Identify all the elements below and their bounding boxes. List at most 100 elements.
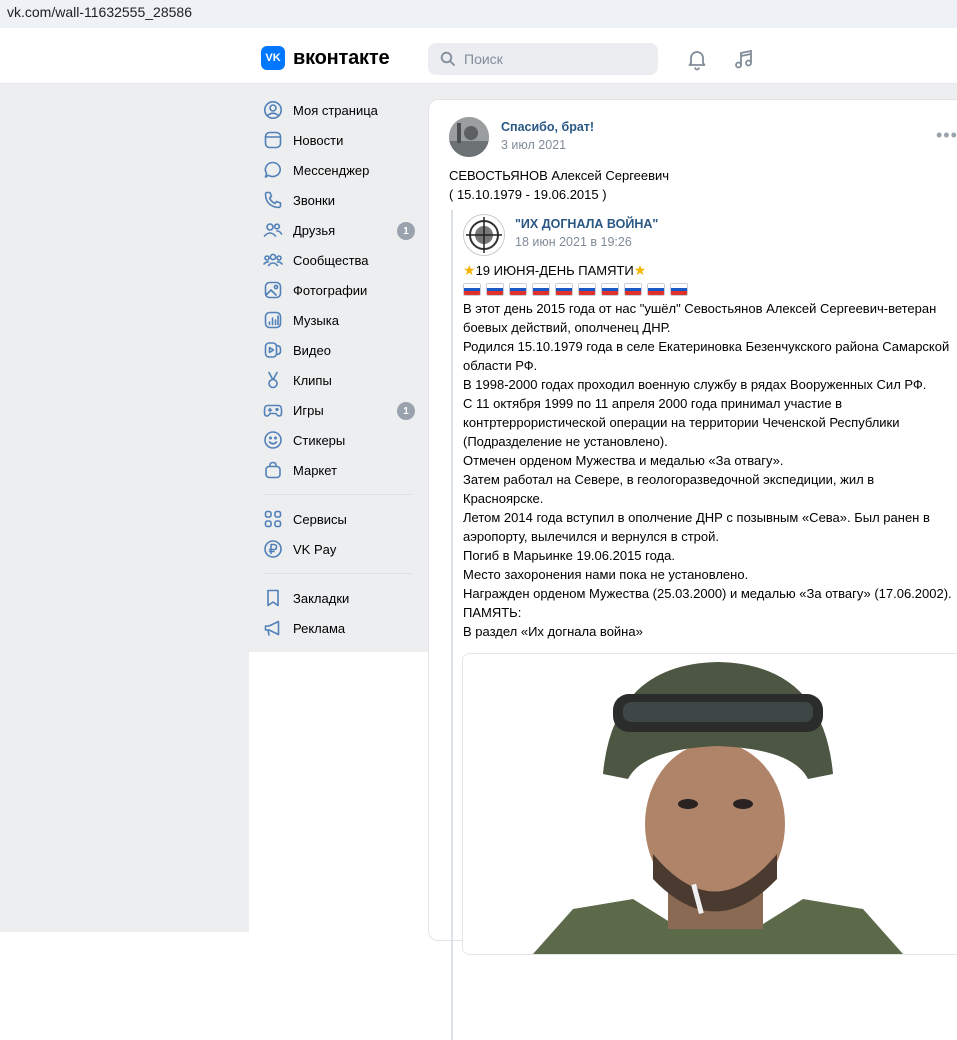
bookmark-icon	[262, 587, 284, 609]
russia-flag-icon	[463, 283, 481, 296]
music-note-icon[interactable]	[732, 47, 756, 71]
repost-text-line: Отмечен орденом Мужества и медалью «За о…	[463, 453, 784, 468]
repost-text-line: В раздел «Их догнала война»	[463, 624, 643, 639]
sidebar-item[interactable]: Закладки	[261, 583, 421, 613]
post-text: СЕВОСТЬЯНОВ Алексей Сергеевич ( 15.10.19…	[449, 166, 669, 204]
sidebar-item[interactable]: Звонки	[261, 185, 421, 215]
sidebar-item[interactable]: VK Pay	[261, 534, 421, 564]
post-author-name[interactable]: Спасибо, брат!	[501, 120, 594, 134]
megaphone-icon	[262, 617, 284, 639]
repost-text: ★19 ИЮНЯ-ДЕНЬ ПАМЯТИ★ В этот день 2015 г…	[463, 261, 957, 641]
russia-flag-icon	[647, 283, 665, 296]
post-date[interactable]: 3 июл 2021	[501, 138, 566, 152]
url-text[interactable]: vk.com/wall-11632555_28586	[7, 4, 192, 20]
sidebar-item[interactable]: Стикеры	[261, 425, 421, 455]
sidebar-item[interactable]: Реклама	[261, 613, 421, 643]
sidebar-item[interactable]: Новости	[261, 125, 421, 155]
sidebar-item-label: Сообщества	[293, 252, 369, 268]
russia-flag-icon	[486, 283, 504, 296]
repost-text-line: ПАМЯТЬ:	[463, 605, 522, 620]
sidebar-item[interactable]: Фотографии	[261, 275, 421, 305]
bell-icon[interactable]	[685, 47, 709, 71]
sidebar-item[interactable]: Сообщества	[261, 245, 421, 275]
russia-flag-icon	[624, 283, 642, 296]
sidebar-separator	[263, 494, 412, 495]
top-header: VK вконтакте	[0, 35, 957, 84]
search-input[interactable]	[462, 50, 646, 68]
russia-flag-icon	[532, 283, 550, 296]
sidebar-item-label: Музыка	[293, 312, 339, 328]
vk-logo-mark: VK	[261, 46, 285, 70]
russian-flags-row	[463, 280, 957, 299]
repost-text-line: Погиб в Марьинке 19.06.2015 года.	[463, 548, 675, 563]
clips-icon	[262, 369, 284, 391]
repost-author-avatar[interactable]	[463, 214, 505, 256]
photo-icon	[262, 279, 284, 301]
ruble-icon	[262, 538, 284, 560]
sidebar-item-label: Маркет	[293, 462, 338, 478]
music-icon	[262, 309, 284, 331]
more-options-icon[interactable]: •••	[936, 125, 957, 146]
repost-text-line: боевых действий, ополченец ДНР.	[463, 320, 671, 335]
repost-text-line: С 11 октября 1999 по 11 апреля 2000 года…	[463, 396, 843, 411]
sidebar-item-label: Реклама	[293, 620, 346, 636]
sidebar-item-label: Закладки	[293, 590, 350, 606]
repost-lines: В этот день 2015 года от нас "ушёл" Сево…	[463, 299, 957, 641]
sidebar-item[interactable]: Музыка	[261, 305, 421, 335]
counter-badge: 1	[397, 402, 415, 420]
repost-text-line: Родился 15.10.1979 года в селе Екатерино…	[463, 339, 950, 354]
sidebar-item-label: Друзья	[293, 222, 336, 238]
sidebar-item[interactable]: Игры 1	[261, 395, 421, 425]
sidebar-item[interactable]: Мессенджер	[261, 155, 421, 185]
page-background-lower	[0, 652, 249, 932]
user-icon	[262, 99, 284, 121]
sidebar-separator	[263, 573, 412, 574]
repost-text-line: Награжден орденом Мужества (25.03.2000) …	[463, 586, 952, 601]
repost-heading: ★19 ИЮНЯ-ДЕНЬ ПАМЯТИ★	[463, 261, 957, 280]
sidebar-item[interactable]: Моя страница	[261, 95, 421, 125]
vk-logo-text: вконтакте	[293, 46, 390, 69]
message-icon	[262, 159, 284, 181]
phone-icon	[262, 189, 284, 211]
repost-date[interactable]: 18 июн 2021 в 19:26	[515, 235, 632, 249]
sidebar-item-label: Стикеры	[293, 432, 346, 448]
sidebar-item[interactable]: Друзья 1	[261, 215, 421, 245]
friends-icon	[262, 219, 284, 241]
counter-badge: 1	[397, 222, 415, 240]
smile-icon	[262, 429, 284, 451]
repost-text-line: Красноярске.	[463, 491, 544, 506]
post-photo[interactable]	[462, 653, 957, 955]
sidebar-item-label: Игры	[293, 402, 324, 418]
browser-address-bar[interactable]: vk.com/wall-11632555_28586	[0, 0, 957, 28]
star-emoji-icon: ★	[463, 262, 476, 278]
vk-logo[interactable]: VK вконтакте	[261, 46, 390, 70]
sidebar-item[interactable]: Маркет	[261, 455, 421, 485]
repost-text-line: аэропорту, вылечился и вернулся в строй.	[463, 529, 719, 544]
search-icon	[440, 51, 455, 66]
post-author-avatar[interactable]	[449, 117, 489, 157]
news-icon	[262, 129, 284, 151]
repost-author-name[interactable]: "ИХ ДОГНАЛА ВОЙНА"	[515, 217, 658, 231]
russia-flag-icon	[670, 283, 688, 296]
repost-text-line: области РФ.	[463, 358, 538, 373]
repost-text-line: Затем работал на Севере, в геологоразвед…	[463, 472, 875, 487]
games-icon	[262, 399, 284, 421]
grid-icon	[262, 508, 284, 530]
repost-text-line: В 1998-2000 годах проходил военную служб…	[463, 377, 927, 392]
search-box[interactable]	[428, 43, 658, 75]
sidebar-item-label: Фотографии	[293, 282, 368, 298]
sidebar-item[interactable]: Сервисы	[261, 504, 421, 534]
post-text-line: СЕВОСТЬЯНОВ Алексей Сергеевич	[449, 168, 670, 183]
sidebar-item-label: Видео	[293, 342, 331, 358]
sidebar-item-label: Мессенджер	[293, 162, 370, 178]
repost-text-line: (Подразделение не установлено).	[463, 434, 668, 449]
sidebar-item-label: Звонки	[293, 192, 335, 208]
post-text-line: ( 15.10.1979 - 19.06.2015 )	[449, 187, 607, 202]
sidebar-item[interactable]: Видео	[261, 335, 421, 365]
russia-flag-icon	[509, 283, 527, 296]
repost-text-line: В этот день 2015 года от нас "ушёл" Сево…	[463, 301, 937, 316]
communities-icon	[262, 249, 284, 271]
sidebar-item[interactable]: Клипы	[261, 365, 421, 395]
repost-divider	[451, 210, 453, 1040]
repost-text-line: Летом 2014 года вступил в ополчение ДНР …	[463, 510, 930, 525]
